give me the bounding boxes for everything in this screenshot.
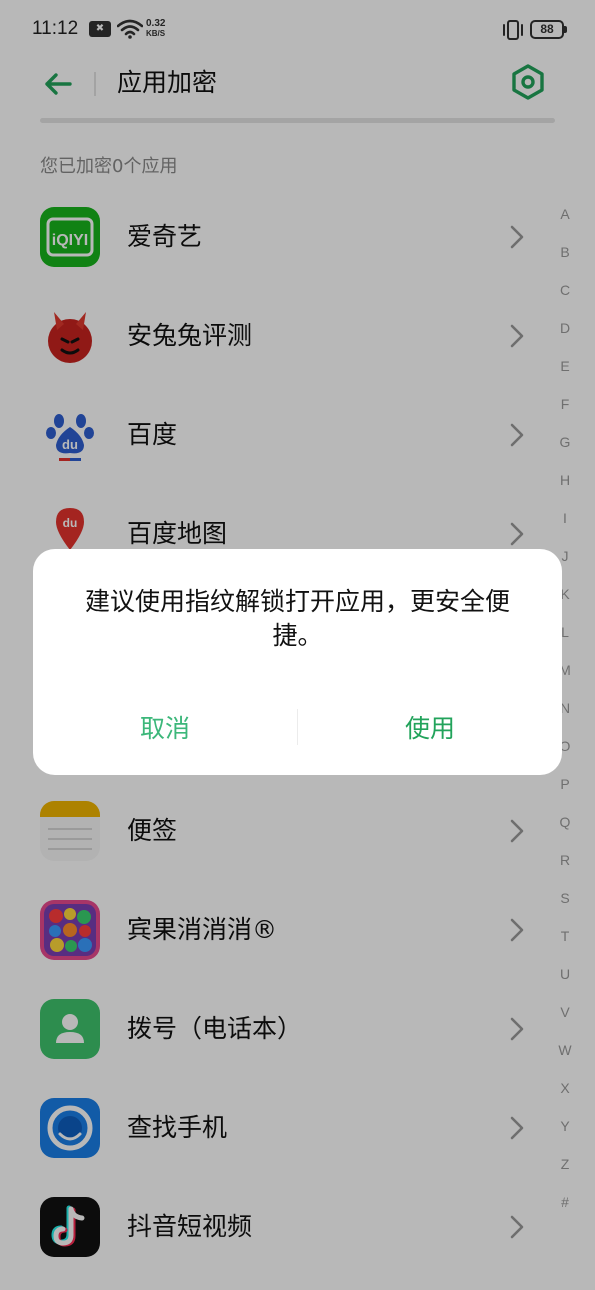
use-button[interactable]: 使用: [298, 699, 562, 759]
fingerprint-dialog: 建议使用指纹解锁打开应用，更安全便捷。 取消 使用: [33, 549, 562, 775]
dialog-message: 建议使用指纹解锁打开应用，更安全便捷。: [84, 587, 510, 650]
cancel-button[interactable]: 取消: [33, 699, 297, 759]
